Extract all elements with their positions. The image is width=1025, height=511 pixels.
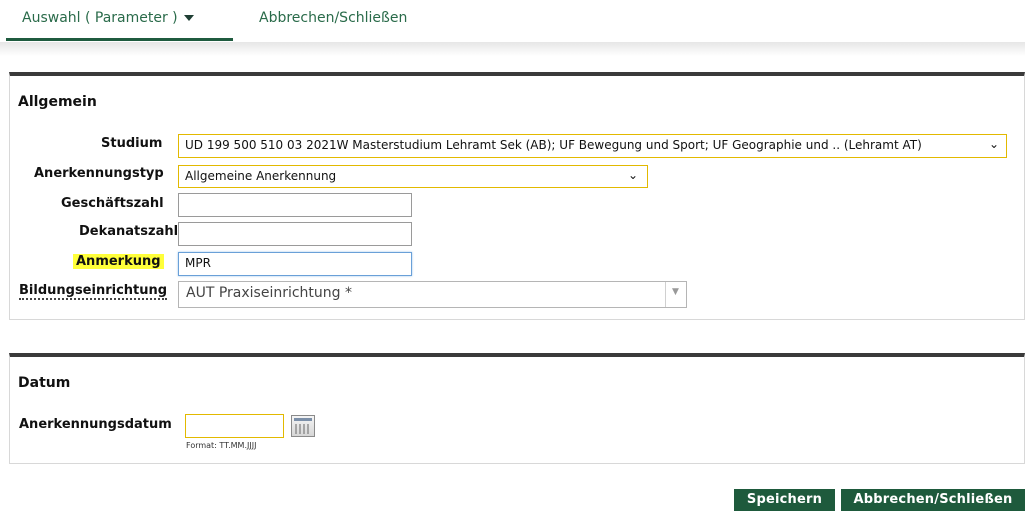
bildungseinrichtung-label: Bildungseinrichtung <box>19 283 168 300</box>
dekanatszahl-input[interactable] <box>178 222 412 246</box>
tab-abbrechen[interactable]: Abbrechen/Schließen <box>259 10 407 26</box>
anerkennungstyp-label: Anerkennungstyp <box>34 166 164 181</box>
panel-datum: Datum <box>9 353 1025 464</box>
calendar-icon[interactable] <box>291 415 315 437</box>
calendar-grid <box>295 424 311 434</box>
studium-label: Studium <box>101 136 163 151</box>
anerkennungsdatum-input[interactable] <box>185 414 284 438</box>
studium-select[interactable]: UD 199 500 510 03 2021W Masterstudium Le… <box>178 134 1007 158</box>
combobox-dropdown-button[interactable]: ▼ <box>665 282 686 307</box>
bildungseinrichtung-combobox[interactable]: AUT Praxiseinrichtung * ▼ <box>178 281 687 308</box>
anerkennungstyp-select[interactable]: Allgemeine Anerkennung ⌄ <box>178 165 648 188</box>
bildungseinrichtung-value: AUT Praxiseinrichtung * <box>186 285 352 301</box>
top-navigation: Auswahl ( Parameter ) Abbrechen/Schließe… <box>0 0 1025 56</box>
anerkennungstyp-value: Allgemeine Anerkennung <box>185 169 337 183</box>
caret-down-icon <box>183 15 194 21</box>
tab-auswahl[interactable]: Auswahl ( Parameter ) <box>22 10 194 26</box>
calendar-header <box>294 418 312 421</box>
anerkennungsdatum-label: Anerkennungsdatum <box>19 417 172 432</box>
anmerkung-highlight: Anmerkung <box>73 254 164 269</box>
anmerkung-input[interactable]: MPR <box>178 252 412 276</box>
geschaeftszahl-input[interactable] <box>178 193 412 217</box>
dekanatszahl-label: Dekanatszahl <box>79 224 179 239</box>
anmerkung-value: MPR <box>185 256 211 270</box>
save-button[interactable]: Speichern <box>734 489 835 511</box>
tab-auswahl-label: Auswahl ( Parameter ) <box>22 10 178 26</box>
studium-value: UD 199 500 510 03 2021W Masterstudium Le… <box>185 138 922 152</box>
active-tab-indicator <box>6 38 233 41</box>
panel-title-allgemein: Allgemein <box>18 94 97 110</box>
chevron-down-icon: ⌄ <box>988 137 999 151</box>
geschaeftszahl-label: Geschäftszahl <box>61 196 164 211</box>
anmerkung-label: Anmerkung <box>73 254 164 269</box>
chevron-down-icon: ⌄ <box>627 168 638 182</box>
nav-shadow <box>0 42 1025 56</box>
cancel-close-button[interactable]: Abbrechen/Schließen <box>841 489 1025 511</box>
date-format-hint: Format: TT.MM.JJJJ <box>186 441 257 450</box>
triangle-down-icon: ▼ <box>672 287 679 297</box>
panel-title-datum: Datum <box>18 375 71 391</box>
